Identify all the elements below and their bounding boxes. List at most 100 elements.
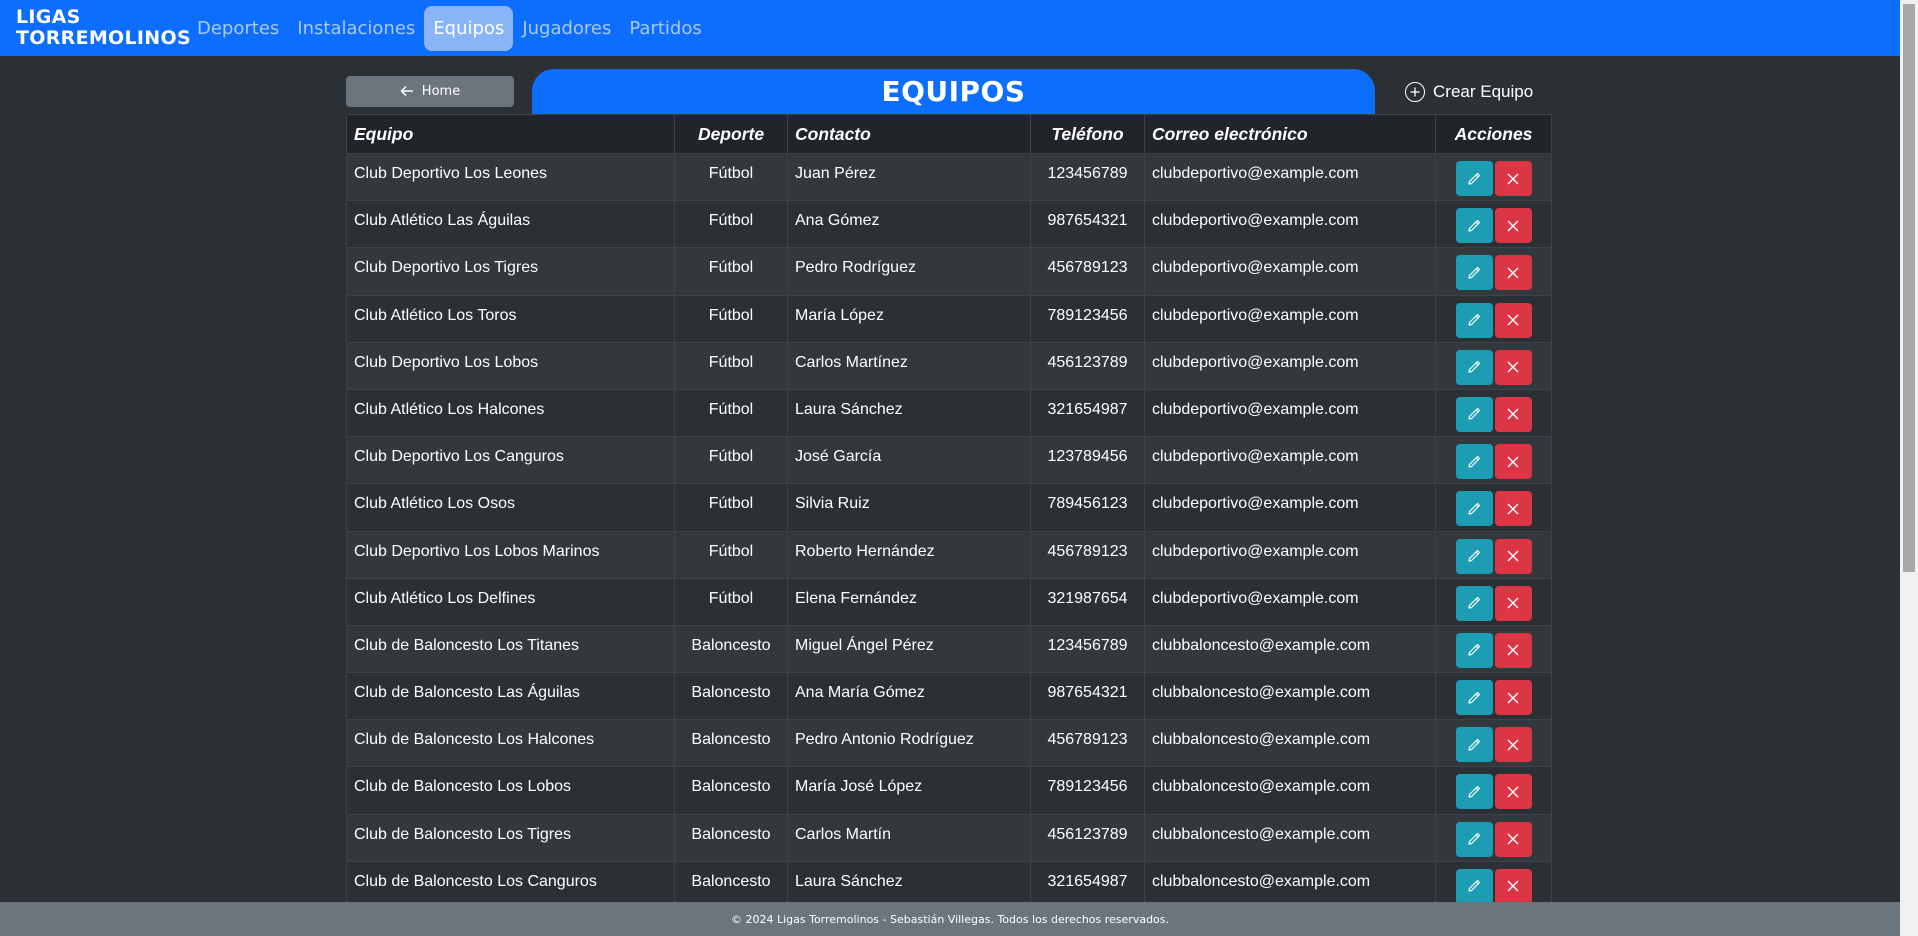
x-icon [1506, 266, 1520, 280]
cell-acciones [1435, 530, 1552, 579]
create-team-label: Crear Equipo [1433, 82, 1534, 101]
cell-equipo: Club Deportivo Los Leones [346, 152, 675, 202]
cell-equipo: Club Atlético Los Osos [346, 483, 675, 532]
cell-telefono: 789123456 [1030, 766, 1145, 815]
delete-button[interactable] [1494, 632, 1532, 668]
cell-deporte: Fútbol [674, 577, 788, 626]
cell-acciones [1435, 341, 1552, 390]
pencil-icon [1466, 784, 1482, 800]
cell-deporte: Baloncesto [674, 624, 788, 674]
x-icon [1506, 502, 1520, 516]
x-icon [1506, 360, 1520, 374]
delete-button[interactable] [1494, 255, 1532, 291]
scrollbar-thumb[interactable] [1903, 4, 1915, 572]
cell-correo: clubdeportivo@example.com [1144, 388, 1436, 438]
cell-telefono: 987654321 [1030, 672, 1145, 721]
home-button-label: Home [421, 84, 461, 99]
edit-button[interactable] [1455, 161, 1493, 196]
cell-contacto: Laura Sánchez [787, 388, 1031, 438]
delete-button[interactable] [1494, 444, 1532, 480]
nav-item-deportes[interactable]: Deportes [188, 10, 288, 47]
edit-button[interactable] [1455, 396, 1493, 432]
home-button[interactable]: Home [346, 76, 514, 107]
delete-button[interactable] [1494, 585, 1532, 621]
edit-button[interactable] [1455, 632, 1493, 668]
edit-button[interactable] [1455, 349, 1493, 385]
edit-button[interactable] [1455, 868, 1493, 904]
cell-acciones [1435, 152, 1552, 202]
pencil-icon [1466, 312, 1482, 328]
delete-button[interactable] [1494, 680, 1532, 716]
pencil-icon [1466, 831, 1482, 847]
cell-equipo: Club de Baloncesto Los Tigres [346, 813, 675, 862]
edit-button[interactable] [1455, 208, 1493, 244]
delete-button[interactable] [1494, 491, 1532, 527]
cell-correo: clubdeportivo@example.com [1144, 577, 1436, 626]
cell-acciones [1435, 813, 1552, 862]
edit-button[interactable] [1455, 444, 1493, 480]
table-row: Club Deportivo Los Tigres Fútbol Pedro Rod… [346, 247, 1552, 296]
cell-equipo: Club Atlético Las Águilas [346, 200, 675, 249]
edit-button[interactable] [1455, 538, 1493, 574]
cell-deporte: Fútbol [674, 200, 788, 249]
cell-contacto: María José López [787, 766, 1031, 815]
create-team-button[interactable]: Crear Equipo [1405, 80, 1533, 104]
column-header-correo: Correo electrónico [1144, 114, 1436, 154]
page-scrollbar[interactable] [1900, 0, 1918, 936]
pencil-icon [1466, 171, 1482, 187]
edit-button[interactable] [1455, 302, 1493, 338]
cell-telefono: 456789123 [1030, 719, 1145, 768]
cell-acciones [1435, 483, 1552, 532]
delete-button[interactable] [1494, 774, 1532, 810]
table-row: Club Deportivo Los Leones Fútbol Juan Pére… [346, 152, 1552, 202]
cell-contacto: Carlos Martín [787, 813, 1031, 862]
edit-button[interactable] [1455, 491, 1493, 527]
table-row: Club de Baloncesto Los Tigres Baloncesto C… [346, 813, 1552, 862]
delete-button[interactable] [1494, 727, 1532, 763]
page-title: EQUIPOS [881, 75, 1026, 108]
edit-button[interactable] [1455, 727, 1493, 763]
cell-deporte: Fútbol [674, 294, 788, 343]
x-icon [1506, 643, 1520, 657]
delete-button[interactable] [1494, 349, 1532, 385]
brand-logo[interactable]: LIGAS TORREMOLINOS [16, 6, 191, 49]
nav-item-instalaciones[interactable]: Instalaciones [288, 10, 424, 47]
cell-equipo: Club Atlético Los Toros [346, 294, 675, 343]
pencil-icon [1466, 501, 1482, 517]
column-header-contacto: Contacto [787, 114, 1031, 154]
cell-contacto: Juan Pérez [787, 152, 1031, 202]
column-header-telefono: Teléfono [1030, 114, 1145, 154]
delete-button[interactable] [1494, 396, 1532, 432]
nav-item-jugadores[interactable]: Jugadores [513, 10, 620, 47]
cell-telefono: 987654321 [1030, 200, 1145, 249]
table-row: Club Atlético Los Toros Fútbol María López… [346, 294, 1552, 343]
delete-button[interactable] [1494, 821, 1532, 857]
cell-equipo: Club Deportivo Los Lobos Marinos [346, 530, 675, 579]
table-row: Club Atlético Los Delfines Fútbol Elena Fe… [346, 577, 1552, 626]
delete-button[interactable] [1494, 868, 1532, 904]
cell-correo: clubdeportivo@example.com [1144, 294, 1436, 343]
delete-button[interactable] [1494, 161, 1532, 196]
cell-equipo: Club Deportivo Los Canguros [346, 436, 675, 485]
x-icon [1506, 172, 1520, 186]
brand-line-1: LIGAS [16, 6, 81, 28]
cell-deporte: Fútbol [674, 388, 788, 438]
cell-contacto: Elena Fernández [787, 577, 1031, 626]
edit-button[interactable] [1455, 680, 1493, 716]
edit-button[interactable] [1455, 585, 1493, 621]
edit-button[interactable] [1455, 774, 1493, 810]
delete-button[interactable] [1494, 538, 1532, 574]
nav-item-equipos[interactable]: Equipos [424, 5, 514, 51]
cell-acciones [1435, 672, 1552, 721]
edit-button[interactable] [1455, 255, 1493, 291]
cell-contacto: Ana María Gómez [787, 672, 1031, 721]
column-header-equipo: Equipo [346, 114, 675, 154]
delete-button[interactable] [1494, 302, 1532, 338]
cell-acciones [1435, 766, 1552, 815]
edit-button[interactable] [1455, 821, 1493, 857]
nav-item-partidos[interactable]: Partidos [620, 10, 710, 47]
delete-button[interactable] [1494, 208, 1532, 244]
plus-circle-icon [1405, 82, 1425, 102]
pencil-icon [1466, 690, 1482, 706]
cell-equipo: Club Deportivo Los Tigres [346, 247, 675, 296]
